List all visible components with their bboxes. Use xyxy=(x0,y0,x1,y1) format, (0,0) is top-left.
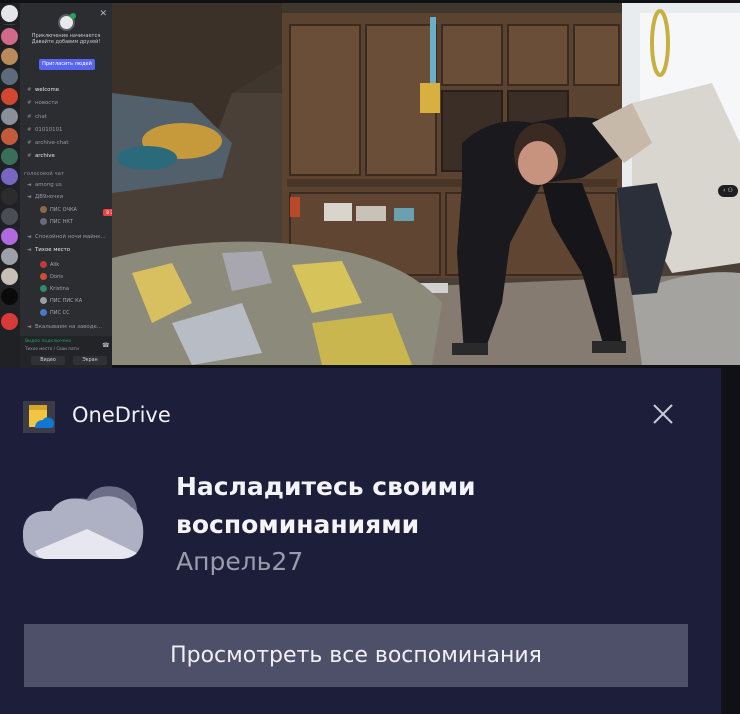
discord-window: ✕ Приключение начинается Давайте добавим… xyxy=(0,0,740,368)
voice-member[interactable]: Doris xyxy=(40,273,63,280)
server-icon[interactable] xyxy=(1,28,18,45)
server-icon[interactable] xyxy=(1,128,18,145)
server-icon[interactable] xyxy=(1,188,18,205)
voice-channel-quiet-place[interactable]: ◄ Тихое место xyxy=(27,245,111,255)
server-icon[interactable] xyxy=(1,313,18,330)
channel-01010101[interactable]: #01010101 xyxy=(27,125,111,135)
voice-channel[interactable]: ◄ Спокойной ночи майнк... xyxy=(27,232,111,242)
server-icon[interactable] xyxy=(1,208,18,225)
server-icon[interactable] xyxy=(1,108,18,125)
channel-archive[interactable]: # archive xyxy=(27,151,111,161)
server-icon[interactable] xyxy=(1,88,18,105)
voice-member[interactable]: ПИС СС xyxy=(40,309,70,316)
close-icon[interactable] xyxy=(649,400,677,428)
voice-member[interactable]: Alik xyxy=(40,261,59,268)
voice-channel[interactable]: ◄ Вкалываем на заводе... xyxy=(27,322,111,332)
desktop-edge xyxy=(721,368,740,714)
server-icon[interactable] xyxy=(1,268,18,285)
voice-member[interactable]: ПИС ОЧКА xyxy=(40,206,77,213)
voice-category[interactable]: голосовой чат xyxy=(24,171,64,177)
notification-headline: Насладитесь своими воспоминаниями xyxy=(176,472,476,539)
memory-date: Апрель27 xyxy=(176,547,304,576)
server-icon[interactable] xyxy=(1,288,18,305)
screen: ✕ Приключение начинается Давайте добавим… xyxy=(0,0,740,714)
channel-news[interactable]: # новости xyxy=(27,98,111,108)
server-icon[interactable] xyxy=(1,68,18,85)
server-icon[interactable] xyxy=(1,168,18,185)
video-frame xyxy=(112,3,740,365)
invite-illustration-icon xyxy=(58,13,76,31)
channel-welcome[interactable]: # welcome xyxy=(27,85,111,95)
voice-channel-path[interactable]: Тихое место / Свои пати xyxy=(25,346,79,351)
invite-title: Приключение начинается Давайте добавим д… xyxy=(31,33,101,45)
voice-member[interactable]: ПИС ПИС КА xyxy=(40,297,82,304)
server-icon[interactable] xyxy=(1,148,18,165)
home-button[interactable] xyxy=(1,5,18,22)
app-name: OneDrive xyxy=(72,403,171,427)
screen-share-button[interactable]: Экран xyxy=(73,356,107,365)
disconnect-icon[interactable]: ☎ xyxy=(102,342,110,350)
channel-chat[interactable]: # chat xyxy=(27,112,111,122)
voice-channel[interactable]: ◄ ДВ9ночки xyxy=(27,192,111,202)
video-button[interactable]: Видео xyxy=(31,356,65,365)
server-icon[interactable] xyxy=(1,248,18,265)
server-list xyxy=(0,3,20,368)
channel-panel: ✕ Приключение начинается Давайте добавим… xyxy=(20,3,128,368)
server-icon[interactable] xyxy=(1,48,18,65)
video-stream[interactable]: ‹ ⚇ xyxy=(112,3,740,365)
voice-member[interactable]: ПИС НКТ xyxy=(40,218,73,225)
voice-connection-panel: Видео подключено Тихое место / Свои пати… xyxy=(20,336,112,368)
onedrive-logo-icon xyxy=(23,401,55,433)
server-separator xyxy=(4,24,15,25)
close-icon[interactable]: ✕ xyxy=(99,9,107,19)
voice-member[interactable]: Kristina xyxy=(40,285,69,292)
server-icon[interactable] xyxy=(1,228,18,245)
participants-toggle-icon[interactable]: ‹ ⚇ xyxy=(718,185,738,197)
voice-status: Видео подключено xyxy=(25,339,72,344)
onedrive-cloud-icon xyxy=(23,481,145,561)
invite-people-button[interactable]: Пригласить людей xyxy=(39,59,95,70)
voice-channel-among-us[interactable]: ◄ among us xyxy=(27,180,111,190)
view-all-memories-button[interactable]: Просмотреть все воспоминания xyxy=(24,624,688,687)
channel-archive-chat[interactable]: # archive-chat xyxy=(27,138,111,148)
